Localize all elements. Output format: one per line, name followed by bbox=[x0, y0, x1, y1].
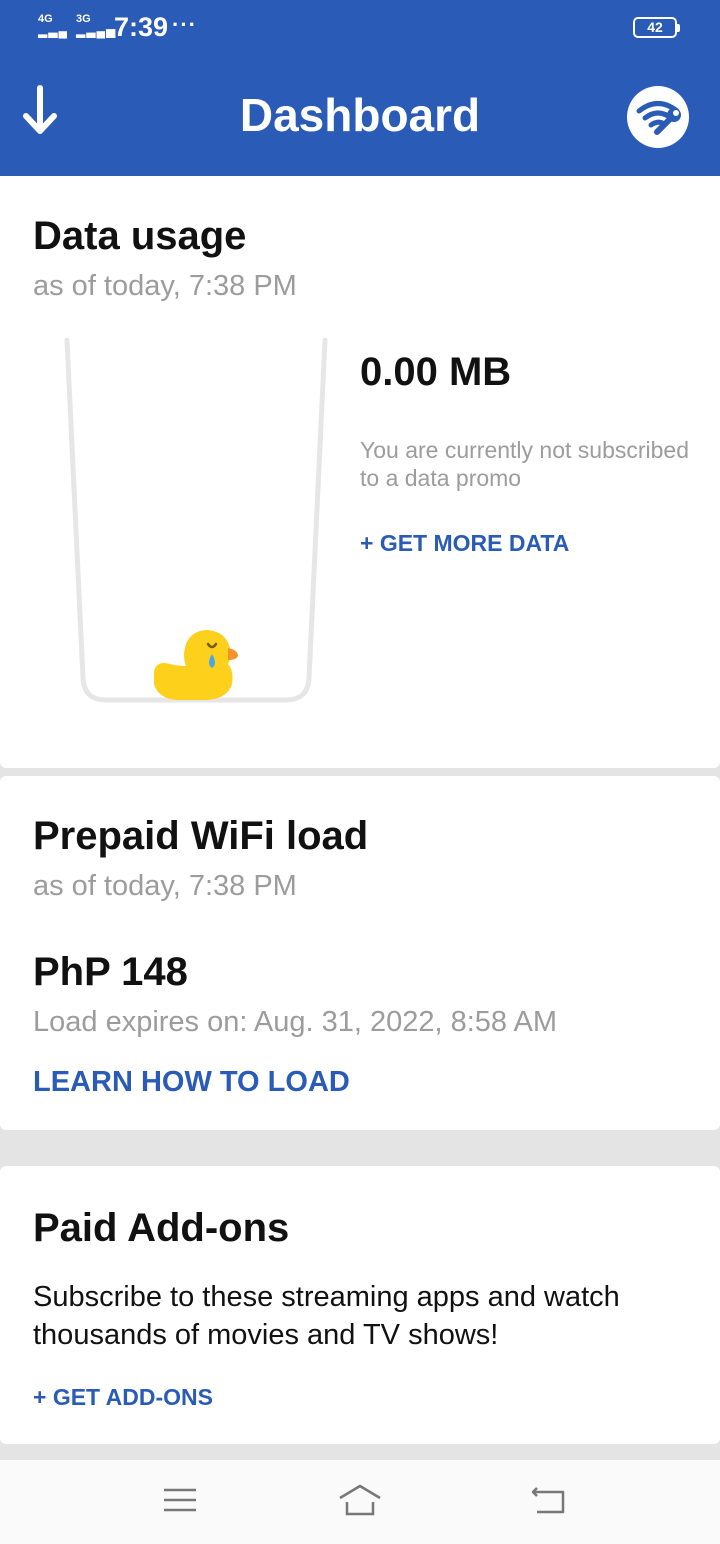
menu-icon bbox=[164, 1488, 196, 1512]
status-time: 7:39 bbox=[114, 12, 169, 42]
home-button[interactable] bbox=[337, 1478, 381, 1522]
app-header: 4G ▂▃▄ 3G ▂▃▄▅ 7:39 ··· 42 Dashboard bbox=[0, 0, 720, 176]
signal-bars-icon: ▂▃▄ bbox=[38, 24, 68, 38]
learn-how-to-load-link[interactable]: LEARN HOW TO LOAD bbox=[33, 1066, 350, 1099]
addons-title: Paid Add-ons bbox=[33, 1206, 290, 1250]
get-addons-link[interactable]: + GET ADD-ONS bbox=[33, 1384, 213, 1411]
battery-icon: 42 bbox=[633, 17, 680, 38]
signal-indicator-1: 4G ▂▃▄ bbox=[38, 14, 68, 38]
data-usage-timestamp: as of today, 7:38 PM bbox=[33, 270, 297, 302]
wifi-load-title: Prepaid WiFi load bbox=[33, 814, 369, 858]
crying-duck-icon bbox=[154, 630, 238, 700]
load-expiry: Load expires on: Aug. 31, 2022, 8:58 AM bbox=[33, 1006, 557, 1038]
addons-description: Subscribe to these streaming apps and wa… bbox=[33, 1281, 620, 1351]
data-amount: 0.00 MB bbox=[360, 350, 512, 394]
signal-bars-icon: ▂▃▄▅ bbox=[76, 24, 117, 38]
menu-button[interactable] bbox=[158, 1478, 202, 1522]
signal-indicator-2: 3G ▂▃▄▅ bbox=[76, 14, 117, 38]
wifi-settings-button[interactable] bbox=[627, 86, 689, 148]
wifi-settings-icon bbox=[636, 101, 681, 135]
get-more-data-link[interactable]: + GET MORE DATA bbox=[360, 530, 569, 557]
more-notifications-icon: ··· bbox=[172, 12, 197, 37]
wifi-load-timestamp: as of today, 7:38 PM bbox=[33, 870, 297, 902]
system-nav-bar bbox=[0, 1460, 720, 1544]
back-button[interactable] bbox=[527, 1478, 571, 1522]
page-title: Dashboard bbox=[239, 89, 481, 141]
status-bar: 4G ▂▃▄ 3G ▂▃▄▅ 7:39 ··· 42 bbox=[0, 0, 720, 60]
battery-level: 42 bbox=[647, 19, 663, 35]
home-icon bbox=[339, 1484, 381, 1516]
load-balance: PhP 148 bbox=[33, 950, 188, 994]
back-icon bbox=[531, 1487, 565, 1514]
data-usage-title: Data usage bbox=[33, 214, 247, 258]
promo-status-text: You are currently not subscribed to a da… bbox=[360, 437, 690, 491]
